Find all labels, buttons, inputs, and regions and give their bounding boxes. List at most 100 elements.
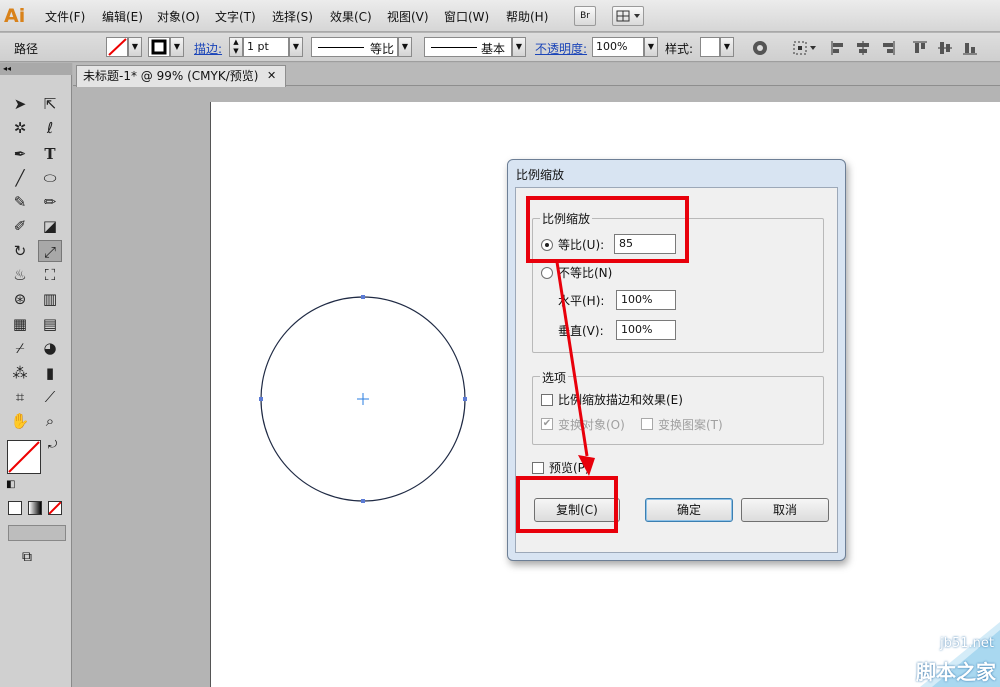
- stroke-weight-input[interactable]: 1 pt: [243, 37, 289, 57]
- type-tool-icon[interactable]: T: [38, 143, 62, 165]
- artboard-tool-icon[interactable]: ⌗: [8, 386, 32, 408]
- menu-effect[interactable]: 效果(C): [330, 8, 372, 25]
- menu-help[interactable]: 帮助(H): [506, 8, 548, 25]
- anchor-point-bottom[interactable]: [361, 499, 365, 503]
- stroke-weight-stepper[interactable]: ▲ ▼: [229, 37, 243, 57]
- scale-tool-icon[interactable]: ⤢: [38, 240, 62, 262]
- vertical-scale-input[interactable]: 100%: [616, 320, 676, 340]
- symbol-sprayer-tool-icon[interactable]: ⁂: [8, 362, 32, 384]
- ok-button[interactable]: 确定: [645, 498, 733, 522]
- preview-checkbox[interactable]: [532, 462, 544, 474]
- zoom-tool-icon[interactable]: ⌕: [38, 410, 62, 432]
- menu-object[interactable]: 对象(O): [157, 8, 200, 25]
- column-graph-tool-icon[interactable]: ▮: [38, 362, 62, 384]
- none-mode-icon[interactable]: [48, 501, 62, 515]
- brush-line: [431, 47, 477, 48]
- style-swatch[interactable]: [700, 37, 720, 57]
- bridge-button[interactable]: Br: [574, 6, 596, 26]
- hand-tool-icon[interactable]: ✋: [8, 410, 32, 432]
- opacity-input[interactable]: 100%: [592, 37, 644, 57]
- recolor-artwork-button[interactable]: [750, 38, 770, 58]
- cancel-button[interactable]: 取消: [741, 498, 829, 522]
- rotate-tool-icon[interactable]: ↻: [8, 240, 32, 262]
- drawing-modes-icon[interactable]: [8, 525, 66, 541]
- opacity-link[interactable]: 不透明度:: [535, 40, 587, 57]
- none-fill-icon: [108, 38, 127, 56]
- document-tab[interactable]: 未标题-1* @ 99% (CMYK/预览) ✕: [76, 65, 286, 87]
- workspace-icon: [616, 10, 640, 22]
- nonuniform-radio[interactable]: [541, 267, 553, 279]
- tools-panel: ◂◂ ➤ ⇱ ✲ ℓ ✒ T ╱ ⬭ ✎ ✏ ✐ ◪ ↻ ⤢ ♨ ⛶ ⊛ ▥ ▦…: [0, 63, 72, 687]
- lasso-tool-icon[interactable]: ℓ: [38, 117, 62, 139]
- menu-select[interactable]: 选择(S): [272, 8, 313, 25]
- brush-definition[interactable]: 基本: [424, 37, 512, 57]
- eraser-tool-icon[interactable]: ◪: [38, 215, 62, 237]
- transform-patterns-label: 变换图案(T): [658, 418, 723, 432]
- mesh-tool-icon[interactable]: ▦: [8, 313, 32, 335]
- blob-brush-tool-icon[interactable]: ✐: [8, 215, 32, 237]
- brush-label: 基本: [481, 42, 506, 56]
- direct-selection-tool-icon[interactable]: ⇱: [38, 93, 62, 115]
- variable-width-profile[interactable]: 等比: [311, 37, 398, 57]
- menu-edit[interactable]: 编辑(E): [102, 8, 143, 25]
- fill-color-icon[interactable]: [7, 440, 41, 474]
- close-tab-icon[interactable]: ✕: [267, 66, 276, 86]
- shape-builder-tool-icon[interactable]: ⊛: [8, 288, 32, 310]
- align-right-button[interactable]: [878, 38, 898, 58]
- line-tool-icon[interactable]: ╱: [8, 167, 32, 189]
- swap-colors-icon[interactable]: ⤾: [48, 438, 57, 452]
- reference-point-button[interactable]: [790, 38, 818, 58]
- anchor-point-left[interactable]: [259, 397, 263, 401]
- align-left-button[interactable]: [828, 38, 848, 58]
- paintbrush-tool-icon[interactable]: ✎: [8, 191, 32, 213]
- align-middle-button[interactable]: [935, 38, 955, 58]
- menu-view[interactable]: 视图(V): [387, 8, 429, 25]
- gradient-tool-icon[interactable]: ▤: [38, 313, 62, 335]
- pencil-tool-icon[interactable]: ✏: [38, 191, 62, 213]
- stroke-dropdown[interactable]: ▼: [170, 37, 184, 57]
- opacity-dropdown[interactable]: ▼: [644, 37, 658, 57]
- transform-objects-checkbox[interactable]: ✔: [541, 418, 553, 430]
- fill-dropdown[interactable]: ▼: [128, 37, 142, 57]
- align-middle-icon: [938, 42, 952, 54]
- scale-strokes-checkbox[interactable]: [541, 394, 553, 406]
- ellipse-tool-icon[interactable]: ⬭: [38, 167, 62, 189]
- align-left-icon: [831, 41, 843, 55]
- menu-window[interactable]: 窗口(W): [444, 8, 489, 25]
- menu-type[interactable]: 文字(T): [215, 8, 256, 25]
- none-slash-icon: [48, 501, 62, 515]
- workspace-switcher[interactable]: [612, 6, 644, 26]
- stroke-weight-dropdown[interactable]: ▼: [289, 37, 303, 57]
- free-transform-tool-icon[interactable]: ⛶: [38, 264, 62, 286]
- align-top-button[interactable]: [910, 38, 930, 58]
- perspective-grid-tool-icon[interactable]: ▥: [38, 288, 62, 310]
- menu-file[interactable]: 文件(F): [45, 8, 85, 25]
- slice-tool-icon[interactable]: ⟋: [38, 386, 62, 408]
- stroke-swatch[interactable]: [148, 37, 170, 57]
- brush-dropdown[interactable]: ▼: [512, 37, 526, 57]
- screen-mode-icon[interactable]: ⧉: [22, 549, 32, 565]
- gradient-mode-icon[interactable]: [28, 501, 42, 515]
- anchor-point-right[interactable]: [463, 397, 467, 401]
- horizontal-scale-input[interactable]: 100%: [616, 290, 676, 310]
- pen-tool-icon[interactable]: ✒: [8, 143, 32, 165]
- fill-swatch[interactable]: [106, 37, 128, 57]
- stroke-link[interactable]: 描边:: [194, 40, 222, 57]
- color-mode-icon[interactable]: [8, 501, 22, 515]
- anchor-point-top[interactable]: [361, 295, 365, 299]
- horizontal-label: 水平(H):: [558, 294, 605, 308]
- collapse-panel-icon[interactable]: ◂◂: [0, 63, 72, 75]
- profile-dropdown[interactable]: ▼: [398, 37, 412, 57]
- profile-line: [318, 47, 364, 48]
- align-bottom-button[interactable]: [960, 38, 980, 58]
- warp-tool-icon[interactable]: ♨: [8, 264, 32, 286]
- style-label: 样式:: [665, 42, 694, 56]
- blend-tool-icon[interactable]: ◕: [38, 337, 62, 359]
- default-colors-icon[interactable]: ◧: [6, 479, 15, 490]
- magic-wand-tool-icon[interactable]: ✲: [8, 117, 32, 139]
- align-center-button[interactable]: [853, 38, 873, 58]
- style-dropdown[interactable]: ▼: [720, 37, 734, 57]
- eyedropper-tool-icon[interactable]: ⌿: [8, 337, 32, 359]
- selection-tool-icon[interactable]: ➤: [8, 93, 32, 115]
- transform-patterns-checkbox[interactable]: [641, 418, 653, 430]
